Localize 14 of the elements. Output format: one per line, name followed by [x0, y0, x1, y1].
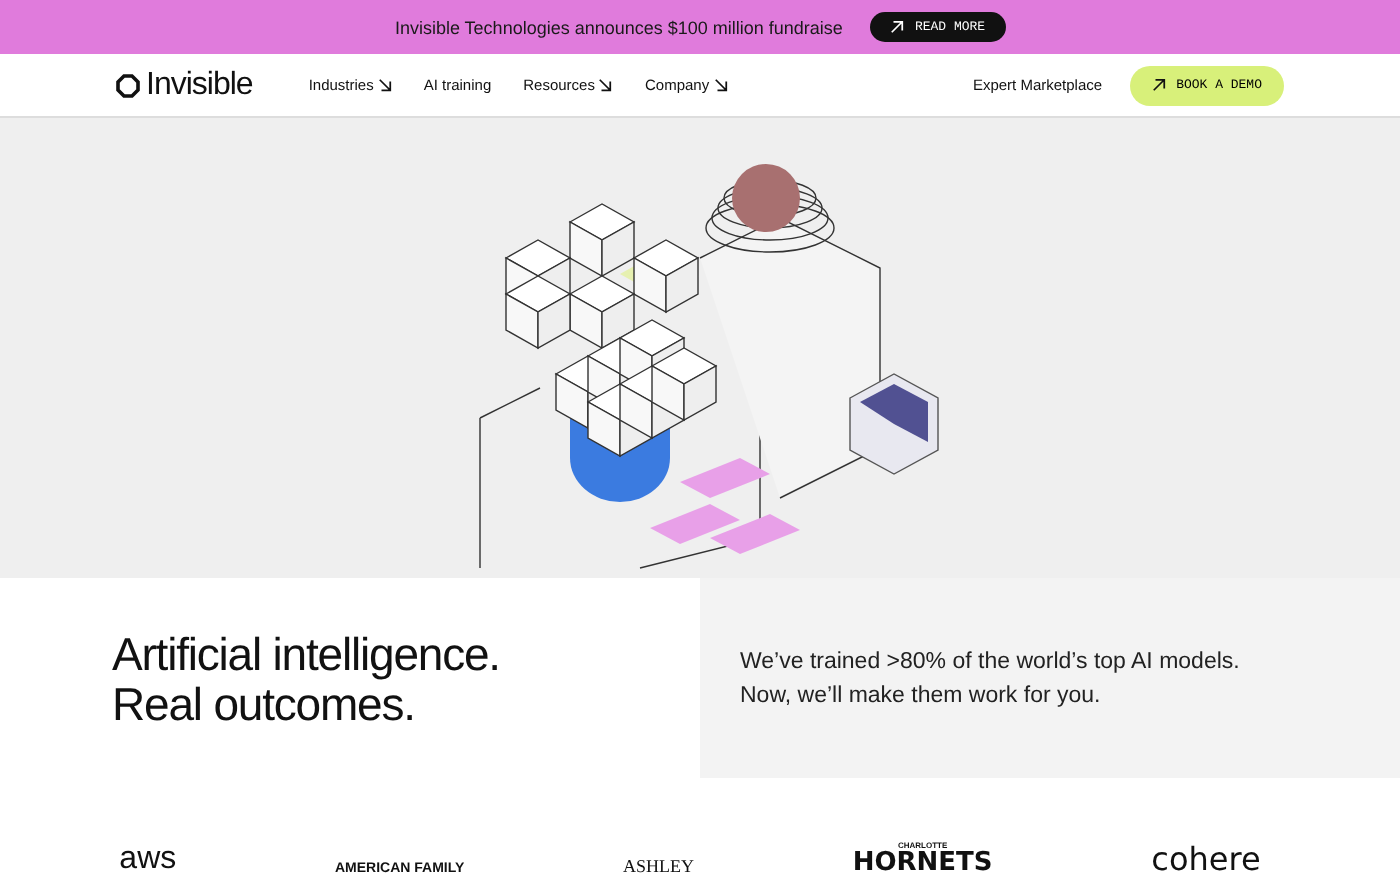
brand-logo[interactable]: Invisible — [116, 67, 253, 103]
arrow-icon — [890, 20, 905, 34]
arrow-icon — [377, 78, 392, 92]
arrow-icon — [1152, 78, 1167, 92]
logo: HORNETS — [852, 850, 993, 876]
arrow-icon — [598, 78, 613, 92]
arrow-icon — [713, 78, 728, 92]
headline: Artificial intelligence. Real outcomes. — [112, 630, 502, 730]
logo: cohere — [1151, 844, 1261, 876]
octagon-icon — [116, 73, 140, 97]
logo: aws — [119, 844, 177, 876]
summary-text: We’ve trained >80% of the world’s top AI models. Now, we’ll make them work for you. — [740, 648, 1242, 712]
announcement-text: Invisible Technologies announces $100 million fundraise — [394, 17, 843, 37]
logo: ASHLEY — [623, 858, 695, 876]
